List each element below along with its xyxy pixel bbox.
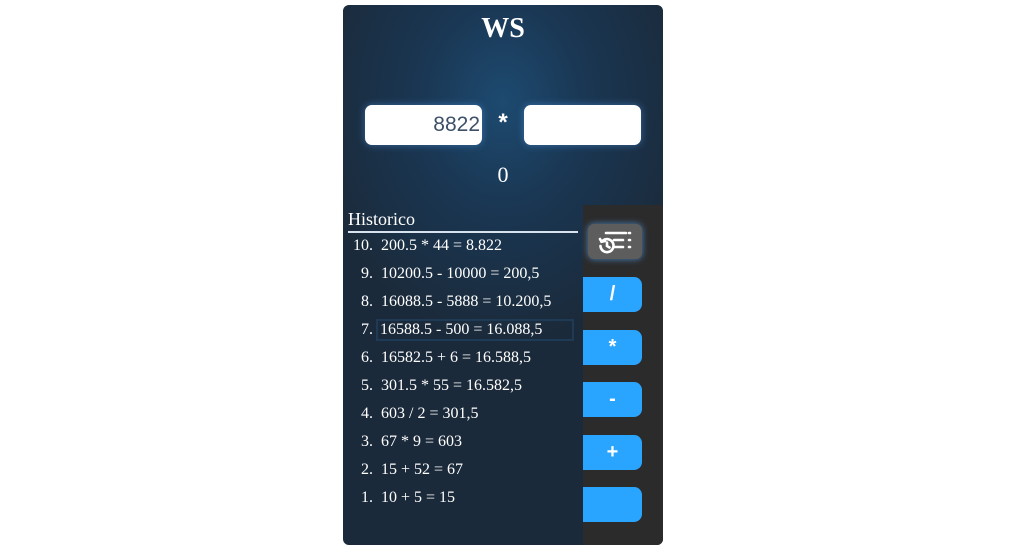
result-display: 0 bbox=[497, 162, 509, 187]
history-item-text: 16588.5 - 500 = 16.088,5 bbox=[376, 319, 574, 341]
history-item-index: 1. bbox=[361, 489, 373, 506]
history-item-index: 5. bbox=[361, 377, 373, 394]
history-item[interactable]: 2. 15 + 52 = 67 bbox=[343, 459, 579, 487]
history-item[interactable]: 6. 16582.5 + 6 = 16.588,5 bbox=[343, 347, 579, 375]
history-item-index: 10. bbox=[353, 237, 373, 254]
history-item[interactable]: 5. 301.5 * 55 = 16.582,5 bbox=[343, 375, 579, 403]
history-item-text: 16582.5 + 6 = 16.588,5 bbox=[381, 349, 532, 366]
history-item-index: 2. bbox=[361, 461, 373, 478]
history-toggle-button[interactable] bbox=[588, 224, 642, 259]
history-list: 10. 200.5 * 44 = 8.822 9. 10200.5 - 10000 … bbox=[343, 235, 579, 515]
history-list-icon bbox=[598, 231, 632, 253]
history-item-text: 200.5 * 44 = 8.822 bbox=[381, 237, 503, 254]
operand-a-input[interactable] bbox=[365, 105, 482, 145]
history-item[interactable]: 10. 200.5 * 44 = 8.822 bbox=[343, 235, 579, 263]
history-item-text: 10 + 5 = 15 bbox=[381, 489, 456, 506]
history-item[interactable]: 3. 67 * 9 = 603 bbox=[343, 431, 579, 459]
history-item-text: 16088.5 - 5888 = 10.200,5 bbox=[381, 293, 552, 310]
history-item-index: 3. bbox=[361, 433, 373, 450]
add-button[interactable]: + bbox=[583, 435, 642, 470]
app-title: WS bbox=[481, 13, 525, 44]
history-item-text: 301.5 * 55 = 16.582,5 bbox=[381, 377, 523, 394]
history-item[interactable]: 8. 16088.5 - 5888 = 10.200,5 bbox=[343, 291, 579, 319]
history-title: Historico bbox=[348, 209, 578, 233]
subtract-button[interactable]: - bbox=[583, 382, 642, 417]
history-item-index: 9. bbox=[361, 265, 373, 282]
history-item-text: 67 * 9 = 603 bbox=[381, 433, 463, 450]
history-panel: Historico 10. 200.5 * 44 = 8.822 9. 10200.… bbox=[343, 205, 583, 545]
history-item-text: 603 / 2 = 301,5 bbox=[381, 405, 479, 422]
history-item-index: 8. bbox=[361, 293, 373, 310]
history-item-text: 15 + 52 = 67 bbox=[381, 461, 464, 478]
operator-display: * bbox=[498, 109, 508, 136]
operand-b-input[interactable] bbox=[524, 105, 641, 145]
history-item-index: 4. bbox=[361, 405, 373, 422]
divide-button[interactable]: / bbox=[583, 277, 642, 312]
history-item[interactable]: 4. 603 / 2 = 301,5 bbox=[343, 403, 579, 431]
multiply-button[interactable]: * bbox=[583, 330, 642, 365]
calculator-app: WS * 0 Historico 10. 200.5 * 44 = 8.822 9… bbox=[343, 5, 663, 545]
operations-panel: / * - + bbox=[583, 205, 663, 545]
history-item[interactable]: 7. 16588.5 - 500 = 16.088,5 bbox=[343, 319, 579, 347]
history-item[interactable]: 1. 10 + 5 = 15 bbox=[343, 487, 579, 515]
history-item-text: 10200.5 - 10000 = 200,5 bbox=[381, 265, 540, 282]
equals-button[interactable] bbox=[583, 487, 642, 522]
history-item-index: 6. bbox=[361, 349, 373, 366]
history-item[interactable]: 9. 10200.5 - 10000 = 200,5 bbox=[343, 263, 579, 291]
history-item-index: 7. bbox=[361, 321, 373, 338]
